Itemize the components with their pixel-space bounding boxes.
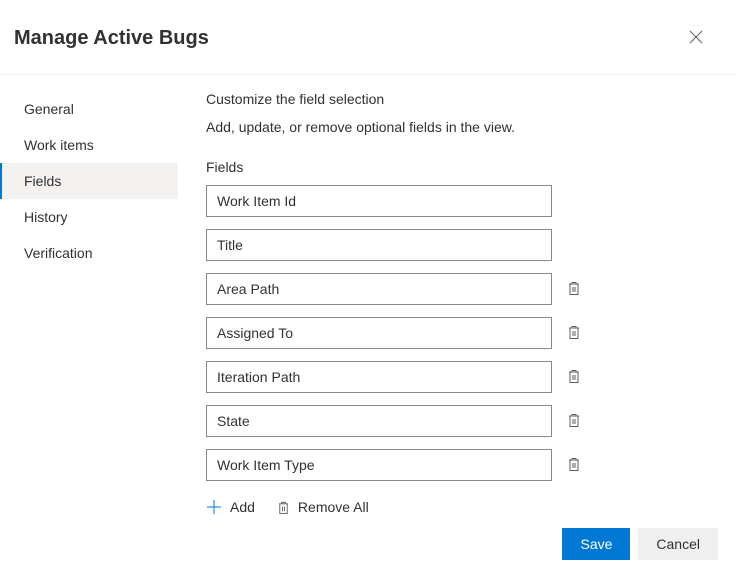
field-input[interactable] (206, 317, 552, 349)
trash-icon (567, 280, 581, 299)
add-field-button[interactable]: Add (206, 499, 255, 515)
sidebar-item-label: Fields (24, 173, 61, 189)
close-button[interactable] (680, 22, 712, 54)
content-panel: Customize the field selection Add, updat… (178, 87, 736, 515)
sidebar-item-verification[interactable]: Verification (0, 235, 178, 271)
content-title: Customize the field selection (206, 91, 716, 107)
remove-all-label: Remove All (298, 499, 369, 515)
trash-icon (277, 500, 290, 515)
delete-field-button[interactable] (564, 367, 584, 387)
dialog-footer: Save Cancel (562, 528, 718, 560)
delete-field-button[interactable] (564, 279, 584, 299)
sidebar-item-label: History (24, 209, 68, 225)
trash-icon (567, 412, 581, 431)
field-row (206, 405, 716, 437)
close-icon (689, 30, 703, 47)
field-input[interactable] (206, 449, 552, 481)
sidebar-item-general[interactable]: General (0, 91, 178, 127)
field-row (206, 317, 716, 349)
delete-field-button[interactable] (564, 411, 584, 431)
field-list (206, 185, 716, 481)
sidebar-item-label: Work items (24, 137, 94, 153)
field-row (206, 273, 716, 305)
fields-label: Fields (206, 159, 716, 175)
sidebar-nav: General Work items Fields History Verifi… (0, 87, 178, 515)
remove-all-button[interactable]: Remove All (277, 499, 369, 515)
field-actions: Add Remove All (206, 499, 716, 515)
dialog-header: Manage Active Bugs (0, 0, 736, 75)
save-button[interactable]: Save (562, 528, 630, 560)
sidebar-item-work-items[interactable]: Work items (0, 127, 178, 163)
field-input[interactable] (206, 185, 552, 217)
field-input[interactable] (206, 405, 552, 437)
trash-icon (567, 324, 581, 343)
delete-field-button[interactable] (564, 455, 584, 475)
field-row (206, 229, 716, 261)
field-row (206, 449, 716, 481)
dialog-title: Manage Active Bugs (14, 27, 209, 50)
content-subtitle: Add, update, or remove optional fields i… (206, 119, 716, 135)
cancel-button[interactable]: Cancel (638, 528, 718, 560)
field-input[interactable] (206, 361, 552, 393)
field-input[interactable] (206, 229, 552, 261)
plus-icon (206, 499, 222, 515)
delete-field-button[interactable] (564, 323, 584, 343)
field-input[interactable] (206, 273, 552, 305)
sidebar-item-label: General (24, 101, 74, 117)
field-row (206, 361, 716, 393)
trash-icon (567, 456, 581, 475)
add-label: Add (230, 499, 255, 515)
field-row (206, 185, 716, 217)
sidebar-item-history[interactable]: History (0, 199, 178, 235)
sidebar-item-fields[interactable]: Fields (0, 163, 178, 199)
trash-icon (567, 368, 581, 387)
sidebar-item-label: Verification (24, 245, 92, 261)
